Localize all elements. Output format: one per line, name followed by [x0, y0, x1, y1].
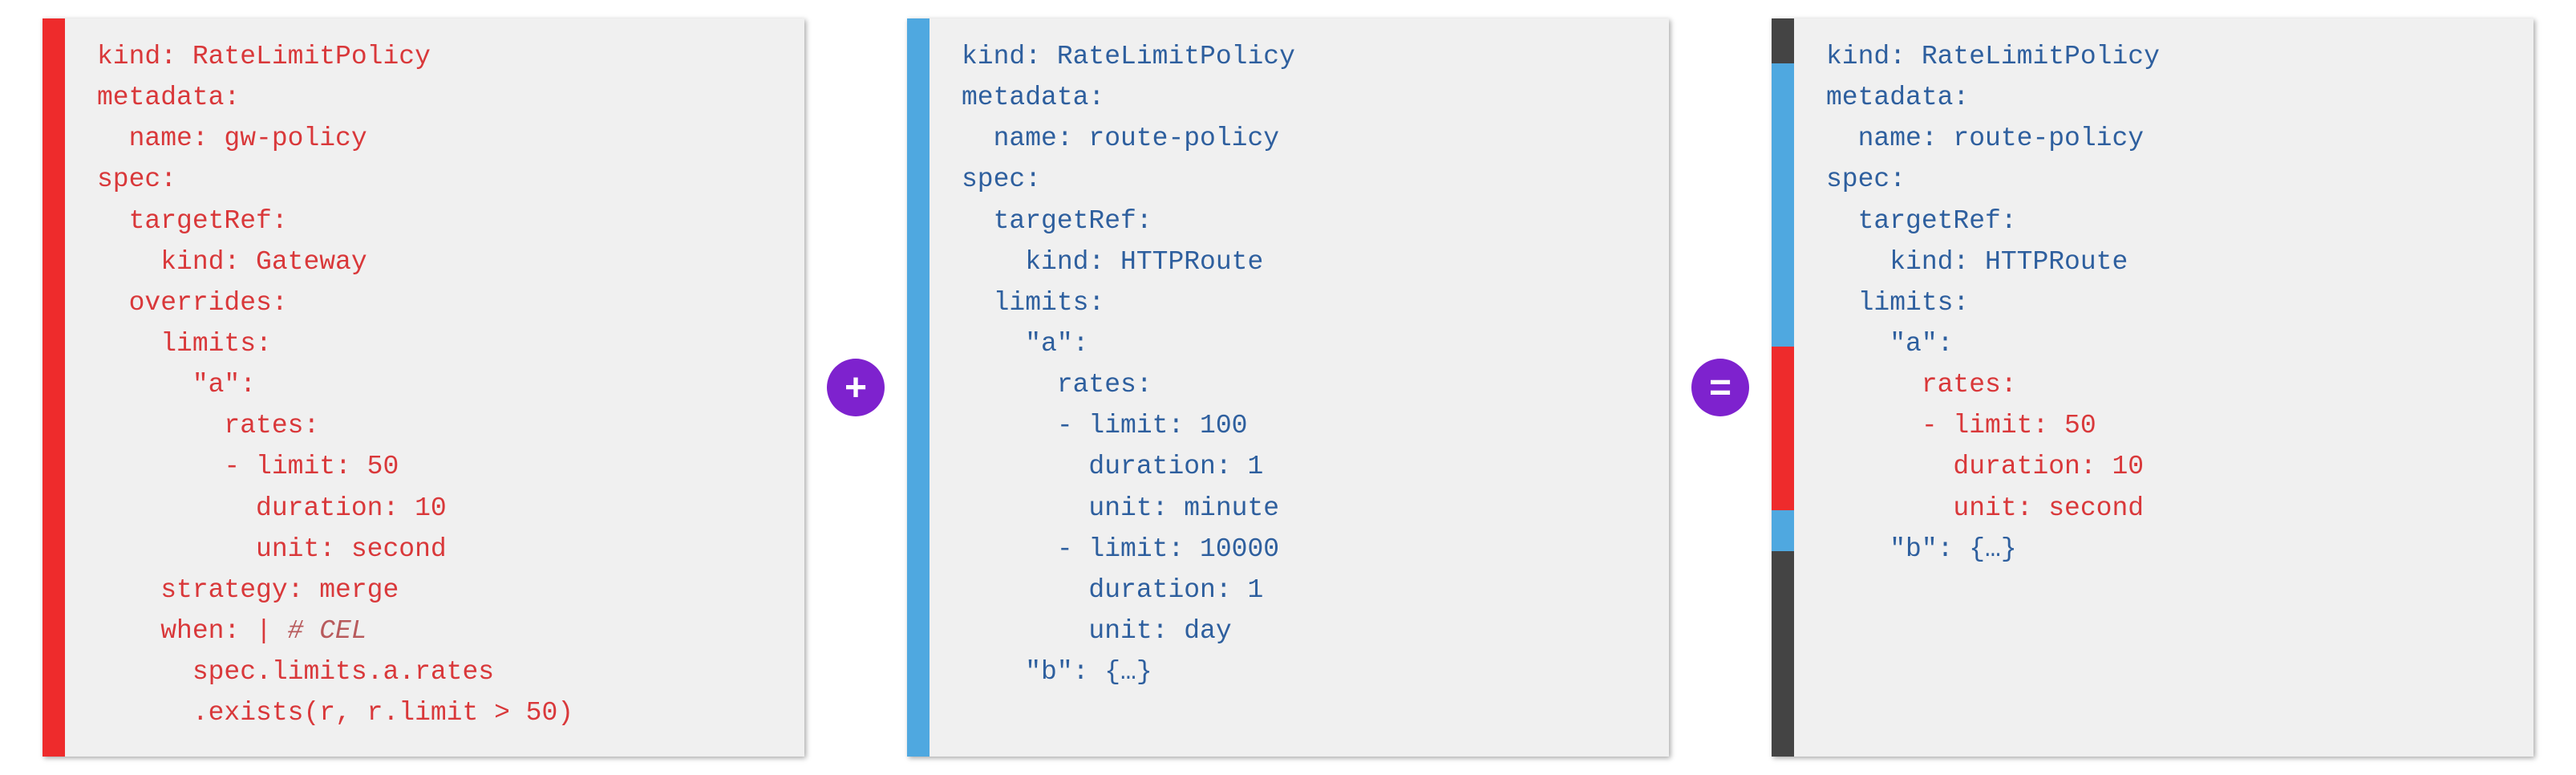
code-line: - limit: 10000: [962, 529, 1295, 570]
code-line: "a":: [97, 364, 573, 405]
code-line: targetRef:: [962, 201, 1295, 241]
code-line: "a":: [962, 323, 1295, 364]
code-line: kind: HTTPRoute: [1826, 241, 2160, 282]
gutter-segment: [1772, 510, 1794, 551]
code-line: limits:: [962, 282, 1295, 323]
equals-operator: =: [1691, 359, 1749, 416]
code-line: kind: RateLimitPolicy: [962, 36, 1295, 77]
code-line: - limit: 100: [962, 405, 1295, 446]
plus-operator: +: [827, 359, 885, 416]
code-line: spec:: [97, 159, 573, 200]
code-line: - limit: 50: [1826, 405, 2160, 446]
code-line: name: route-policy: [962, 118, 1295, 159]
code-line: limits:: [97, 323, 573, 364]
code-line: kind: Gateway: [97, 241, 573, 282]
code-line: name: route-policy: [1826, 118, 2160, 159]
code-line: metadata:: [97, 77, 573, 118]
code-line: spec.limits.a.rates: [97, 651, 573, 692]
code-line: overrides:: [97, 282, 573, 323]
code-line: name: gw-policy: [97, 118, 573, 159]
gutter-segment: [1772, 347, 1794, 510]
code-line: duration: 1: [962, 446, 1295, 487]
code-line: targetRef:: [1826, 201, 2160, 241]
equals-icon: =: [1709, 366, 1732, 410]
code-line: kind: RateLimitPolicy: [97, 36, 573, 77]
code-line: strategy: merge: [97, 570, 573, 611]
panel-result-policy: kind: RateLimitPolicymetadata: name: rou…: [1772, 18, 2533, 757]
gutter-segment: [1772, 63, 1794, 347]
panel-route-policy: kind: RateLimitPolicymetadata: name: rou…: [907, 18, 1669, 757]
code-line: "b": {…}: [962, 651, 1295, 692]
code-line: kind: HTTPRoute: [962, 241, 1295, 282]
code-line: metadata:: [1826, 77, 2160, 118]
panel3-gutter: [1772, 18, 1794, 757]
code-line: limits:: [1826, 282, 2160, 323]
code-line: spec:: [962, 159, 1295, 200]
diagram-row: kind: RateLimitPolicymetadata: name: gw-…: [43, 18, 2533, 757]
code-line: rates:: [962, 364, 1295, 405]
code-line: unit: minute: [962, 488, 1295, 529]
code-line: targetRef:: [97, 201, 573, 241]
code-line: "a":: [1826, 323, 2160, 364]
gutter-segment: [1772, 18, 1794, 63]
code-line: unit: second: [97, 529, 573, 570]
gutter-segment: [43, 18, 65, 757]
panel-gateway-policy: kind: RateLimitPolicymetadata: name: gw-…: [43, 18, 804, 757]
panel2-gutter: [907, 18, 930, 757]
panel2-code: kind: RateLimitPolicymetadata: name: rou…: [930, 18, 1319, 757]
code-line: .exists(r, r.limit > 50): [97, 692, 573, 733]
panel3-code: kind: RateLimitPolicymetadata: name: rou…: [1794, 18, 2184, 757]
plus-icon: +: [844, 366, 867, 410]
code-line: unit: second: [1826, 488, 2160, 529]
code-line: rates:: [1826, 364, 2160, 405]
code-line: duration: 10: [97, 488, 573, 529]
panel1-code: kind: RateLimitPolicymetadata: name: gw-…: [65, 18, 597, 757]
code-line: kind: RateLimitPolicy: [1826, 36, 2160, 77]
code-line: duration: 1: [962, 570, 1295, 611]
code-line: "b": {…}: [1826, 529, 2160, 570]
code-line: spec:: [1826, 159, 2160, 200]
code-line: duration: 10: [1826, 446, 2160, 487]
code-line: rates:: [97, 405, 573, 446]
panel1-gutter: [43, 18, 65, 757]
code-line: - limit: 50: [97, 446, 573, 487]
code-line: when: | # CEL: [97, 611, 573, 651]
gutter-segment: [907, 18, 930, 757]
code-line: metadata:: [962, 77, 1295, 118]
code-line: unit: day: [962, 611, 1295, 651]
gutter-segment: [1772, 551, 1794, 757]
